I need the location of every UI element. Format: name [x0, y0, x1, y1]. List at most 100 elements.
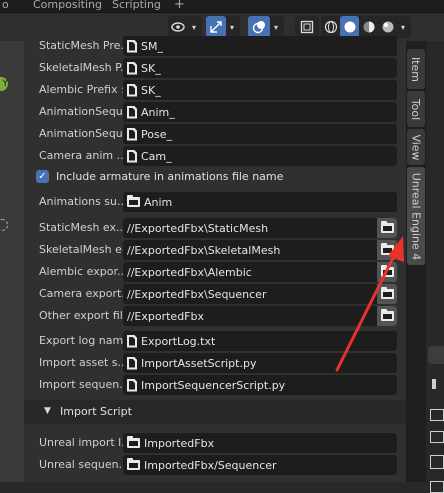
import-asset-script-row: Import asset s... ImportAssetScript.py — [24, 353, 406, 375]
folder-icon — [127, 458, 140, 470]
import-location-input[interactable]: ImportedFbx — [123, 433, 397, 453]
file-icon — [127, 356, 137, 370]
file-icon — [127, 334, 137, 348]
workspace-tabs: o Compositing Scripting + — [0, 0, 444, 13]
xray-icon[interactable] — [295, 16, 319, 38]
text-field-icon — [127, 127, 137, 141]
eye-icon[interactable] — [168, 16, 188, 38]
sidebar-tabs: Item Tool View Unreal Engine 4 — [406, 41, 426, 482]
render-icon[interactable] — [430, 409, 444, 421]
export-folder-row-alembic: Alembic expor... //ExportedFbx\Alembic — [24, 262, 406, 284]
cursor-3d-icon — [0, 219, 8, 231]
folder-icon — [127, 436, 140, 448]
prefix-row-pose: AnimationSequ... Pose_ — [24, 124, 406, 146]
chevron-down-icon[interactable]: ▾ — [397, 16, 409, 38]
tab-tool[interactable]: Tool — [407, 91, 425, 127]
export-folder-row-staticmesh: StaticMesh ex... //ExportedFbx\StaticMes… — [24, 218, 406, 240]
include-armature-checkbox-row[interactable]: ✓ Include armature in animations file na… — [34, 168, 394, 186]
properties-tab[interactable] — [428, 346, 444, 364]
axis-y-icon[interactable]: Y — [0, 77, 8, 91]
folder-icon — [380, 309, 394, 321]
text-field-icon — [127, 61, 137, 75]
tab-unreal-engine-4[interactable]: Unreal Engine 4 — [407, 167, 425, 265]
unreal-import-location-row: Unreal import l... ImportedFbx — [24, 433, 406, 455]
viewport-edge: Y — [0, 41, 24, 482]
prefix-input[interactable]: Pose_ — [123, 124, 397, 144]
shading-material-icon[interactable] — [359, 16, 378, 38]
workspace-tab-compositing[interactable]: Compositing — [33, 0, 102, 12]
add-workspace-icon[interactable]: + — [174, 0, 185, 12]
folder-icon — [380, 221, 394, 233]
prefix-row-skeletalmesh: SkeletalMesh P... SK_ — [24, 58, 406, 80]
import-script-section-header[interactable]: ▼ Import Script — [24, 400, 406, 424]
section-title: Import Script — [60, 405, 132, 418]
browse-folder-button[interactable] — [377, 240, 397, 260]
browse-folder-button[interactable] — [377, 218, 397, 238]
sequencer-location-input[interactable]: ImportedFbx/Sequencer — [123, 455, 397, 475]
text-field-icon — [127, 39, 137, 53]
text-field-icon — [127, 105, 137, 119]
chevron-down-icon[interactable]: ▾ — [188, 16, 200, 38]
file-name-input[interactable]: ExportLog.txt — [123, 331, 397, 351]
unreal-sequencer-location-row: Unreal sequen... ImportedFbx/Sequencer — [24, 455, 406, 477]
prefix-row-alembic: Alembic Prefix : SK_ — [24, 80, 406, 102]
export-folder-input[interactable]: //ExportedFbx\Sequencer — [123, 284, 397, 304]
export-folder-row-skeletalmesh: SkeletalMesh e... //ExportedFbx\Skeletal… — [24, 240, 406, 262]
properties-editor-edge — [426, 41, 444, 493]
shading-render-icon[interactable] — [378, 16, 397, 38]
export-log-name-row: Export log nam... ExportLog.txt — [24, 331, 406, 353]
checkbox-label: Include armature in animations file name — [56, 170, 284, 183]
export-folder-row-other: Other export fil... //ExportedFbx — [24, 306, 406, 328]
gizmo-group: ▾ — [206, 16, 240, 38]
include-armature-checkbox[interactable]: ✓ — [36, 170, 49, 183]
prefix-input[interactable]: SM_ — [123, 36, 397, 56]
prefix-input[interactable]: SK_ — [123, 58, 397, 78]
browse-folder-button[interactable] — [377, 284, 397, 304]
collapse-triangle-icon[interactable]: ▼ — [44, 406, 51, 416]
gizmo-icon[interactable] — [206, 16, 226, 38]
export-folder-input[interactable]: //ExportedFbx\SkeletalMesh — [123, 240, 397, 260]
folder-icon — [380, 287, 394, 299]
browse-folder-button[interactable] — [377, 262, 397, 282]
browse-folder-button[interactable] — [377, 306, 397, 326]
output-icon[interactable] — [430, 431, 444, 443]
prefix-input[interactable]: Anim_ — [123, 102, 397, 122]
text-field-icon — [127, 83, 137, 97]
scene-icon[interactable] — [430, 481, 444, 493]
file-name-input[interactable]: ImportSequencerScript.py — [123, 375, 397, 395]
shading-group: ▾ — [321, 16, 411, 38]
chevron-down-icon[interactable]: ▾ — [226, 16, 238, 38]
folder-icon — [380, 265, 394, 277]
file-name-input[interactable]: ImportAssetScript.py — [123, 353, 397, 373]
overlay-icon[interactable] — [248, 16, 270, 38]
export-folder-input[interactable]: //ExportedFbx\StaticMesh — [123, 218, 397, 238]
chevron-down-icon[interactable]: ▾ — [270, 16, 282, 38]
tool-icon[interactable] — [432, 379, 436, 389]
prefix-input[interactable]: Cam_ — [123, 146, 397, 166]
ue4-export-panel: StaticMesh Pre... SM_ SkeletalMesh P... … — [24, 36, 406, 482]
prefix-row-camera: Camera anim ... Cam_ — [24, 146, 406, 168]
shading-wire-icon[interactable] — [321, 16, 340, 38]
tab-item[interactable]: Item — [407, 49, 425, 89]
workspace-tab-partial[interactable]: o — [2, 0, 9, 12]
file-icon — [127, 378, 137, 392]
prefix-input[interactable]: SK_ — [123, 80, 397, 100]
export-folder-input[interactable]: //ExportedFbx\Alembic — [123, 262, 397, 282]
visibility-group: ▾ — [168, 16, 202, 38]
shading-solid-icon[interactable] — [340, 16, 359, 38]
import-sequencer-script-row: Import sequen... ImportSequencerScript.p… — [24, 375, 406, 397]
prefix-row-staticmesh: StaticMesh Pre... SM_ — [24, 36, 406, 58]
folder-icon — [127, 195, 140, 207]
export-folder-input[interactable]: //ExportedFbx — [123, 306, 397, 326]
folder-icon — [380, 243, 394, 255]
animations-subfolder-row: Animations su... Anim — [24, 192, 406, 214]
overlay-group: ▾ — [248, 16, 284, 38]
view-layer-icon[interactable] — [430, 455, 444, 469]
xray-group — [295, 16, 319, 38]
animations-subfolder-input[interactable]: Anim — [123, 192, 397, 212]
export-folder-row-camera: Camera export... //ExportedFbx\Sequencer — [24, 284, 406, 306]
text-field-icon — [127, 149, 137, 163]
workspace-tab-scripting[interactable]: Scripting — [112, 0, 161, 12]
tab-view[interactable]: View — [407, 129, 425, 165]
prefix-row-animation: AnimationSequ... Anim_ — [24, 102, 406, 124]
